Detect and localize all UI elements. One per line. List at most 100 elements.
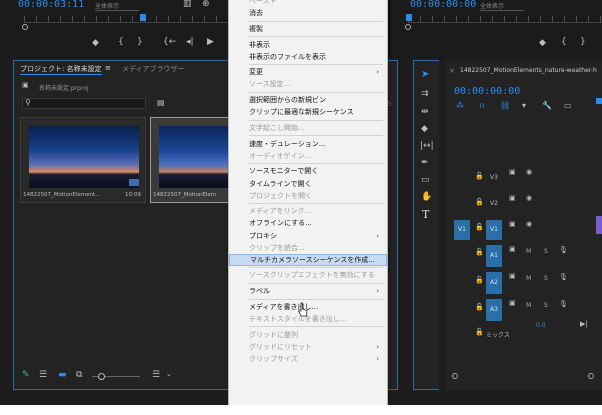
slip-icon[interactable]: |↔| [420,141,434,151]
wrench-icon[interactable]: 🔧 [542,101,552,110]
menu-item[interactable]: ラベル › [229,285,387,297]
sort-icon[interactable]: ☰ [152,370,160,380]
lock-icon[interactable]: 🔓 [475,276,484,284]
lock-icon[interactable]: 🔓 [475,172,484,180]
timeline-timecode[interactable]: 00:00:00:00 [454,86,520,97]
new-bin-from-search-icon[interactable]: ▤ [157,98,165,107]
go-to-in-icon[interactable]: {← [163,37,176,47]
marker-icon[interactable]: ◆ [539,38,546,48]
track-label-a2[interactable]: A2 [486,272,502,294]
icon-view-icon[interactable]: ▬ [58,370,67,380]
menu-item[interactable]: プロキシ › [229,230,387,242]
program-time-ruler[interactable] [408,16,602,23]
mark-in-icon[interactable]: { [561,37,567,47]
rectangle-icon[interactable]: ▭ [421,175,430,185]
menu-item[interactable]: オフラインにする... [229,217,387,229]
timeline-clip[interactable] [596,216,602,234]
mute-button[interactable]: M [526,302,531,309]
source-scroll-start[interactable] [22,24,28,30]
mark-in-icon[interactable]: { [118,37,124,47]
source-time-ruler[interactable] [24,16,228,23]
mic-icon[interactable]: 🎙 [559,300,568,308]
film-icon[interactable]: ▣ [509,272,516,280]
solo-button[interactable]: S [544,302,548,309]
mix-value[interactable]: 0.0 [536,322,546,329]
mic-icon[interactable]: 🎙 [559,273,568,281]
lock-icon[interactable]: 🔓 [475,303,484,311]
source-zoom-select[interactable]: 全体表示 [95,1,139,11]
ripple-edit-icon[interactable]: ⇹ [421,107,429,117]
mic-icon[interactable]: 🎙 [559,246,568,254]
mute-button[interactable]: M [526,275,531,282]
menu-item[interactable]: 非表示のファイルを表示 [229,51,387,63]
clip-thumbnail[interactable]: 14822507_MotionElement... 10:09 [20,117,146,203]
film-icon[interactable]: ▣ [509,168,516,176]
track-label-a1[interactable]: A1 [486,245,502,267]
timeline-scroll-start[interactable] [452,373,458,379]
solo-button[interactable]: S [544,248,548,255]
film-icon[interactable]: ▣ [509,220,516,228]
menu-item[interactable]: 選択範囲からの新規ビン [229,94,387,106]
tab-menu-icon[interactable]: ≡ [105,64,111,72]
eye-icon[interactable]: ◉ [526,220,532,228]
film-icon[interactable]: ▣ [509,194,516,202]
program-scroll-start[interactable] [405,24,411,30]
track-select-icon[interactable]: ⇉ [421,89,429,99]
tab-media-browser[interactable]: メディアブラウザー [122,64,185,74]
nest-icon[interactable]: ⁂ [456,101,464,110]
program-playhead[interactable] [406,14,412,21]
razor-icon[interactable]: ◆ [421,124,428,134]
menu-item[interactable]: 複製 [229,23,387,35]
linked-selection-icon[interactable]: ⛓ [500,101,510,110]
mute-button[interactable]: M [526,248,531,255]
close-icon[interactable]: × [449,67,455,75]
add-icon[interactable]: ⊕ [202,0,210,9]
mark-out-icon[interactable]: } [580,37,586,47]
search-input[interactable] [22,98,146,109]
solo-button[interactable]: S [544,275,548,282]
list-view-icon[interactable]: ☰ [39,370,47,380]
go-to-end-icon[interactable]: ▶| [580,320,588,328]
program-zoom-select[interactable]: 全体表示 [480,1,524,11]
hand-icon[interactable]: ✋ [421,192,432,202]
eye-icon[interactable]: ◉ [526,168,532,176]
timeline-scroll-end[interactable] [588,373,594,379]
selection-tool-icon[interactable]: ➤ [421,69,429,80]
type-icon[interactable]: T [422,208,429,221]
track-label-v1[interactable]: V1 [486,220,502,240]
track-label-a3[interactable]: A3 [486,299,502,321]
mark-out-icon[interactable]: } [137,37,143,47]
menu-item[interactable]: 非表示 [229,39,387,51]
tab-project[interactable]: プロジェクト: 名称未設定 [20,64,102,74]
lock-icon[interactable]: 🔓 [475,223,484,231]
menu-item[interactable]: 消去 [229,7,387,19]
menu-item[interactable]: ソースモニターで開く [229,165,387,177]
lock-icon[interactable]: 🔓 [475,248,484,256]
source-patch-v1[interactable]: V1 [454,220,470,240]
menu-item[interactable]: タイムラインで開く [229,178,387,190]
zoom-slider-handle[interactable] [98,373,105,380]
pencil-icon[interactable]: ✎ [22,370,30,380]
film-icon[interactable]: ▣ [509,245,516,253]
menu-item[interactable]: 速度・デュレーション... [229,138,387,150]
lock-icon[interactable]: 🔓 [475,328,484,336]
film-icon[interactable]: ▣ [509,299,516,307]
freeform-view-icon[interactable]: ⧉ [76,370,82,380]
marker-icon[interactable]: ▾ [522,101,526,110]
play-icon[interactable]: ▶ [207,37,214,47]
lock-icon[interactable]: 🔓 [475,198,484,206]
program-timecode[interactable]: 00:00:00:00 [410,0,476,10]
menu-item[interactable]: クリップに最適な新規シーケンス [229,106,387,118]
menu-item[interactable]: マルチカメラソースシーケンスを作成... [229,253,387,266]
magnet-icon[interactable]: ∩ [479,101,485,110]
timeline-tab[interactable]: 14822507_MotionElements_nature-weather-h [460,67,597,74]
source-playhead[interactable] [140,14,146,21]
eye-icon[interactable]: ◉ [526,194,532,202]
settings-icon[interactable]: ▥ [183,0,192,9]
marker-icon[interactable]: ◆ [92,38,99,48]
step-back-icon[interactable]: ◂| [186,37,194,47]
captions-icon[interactable]: ▭ [564,101,572,110]
chevron-down-icon[interactable]: ⌄ [166,370,172,378]
menu-item[interactable]: 変更 › [229,66,387,78]
timeline-ruler[interactable] [596,98,602,104]
